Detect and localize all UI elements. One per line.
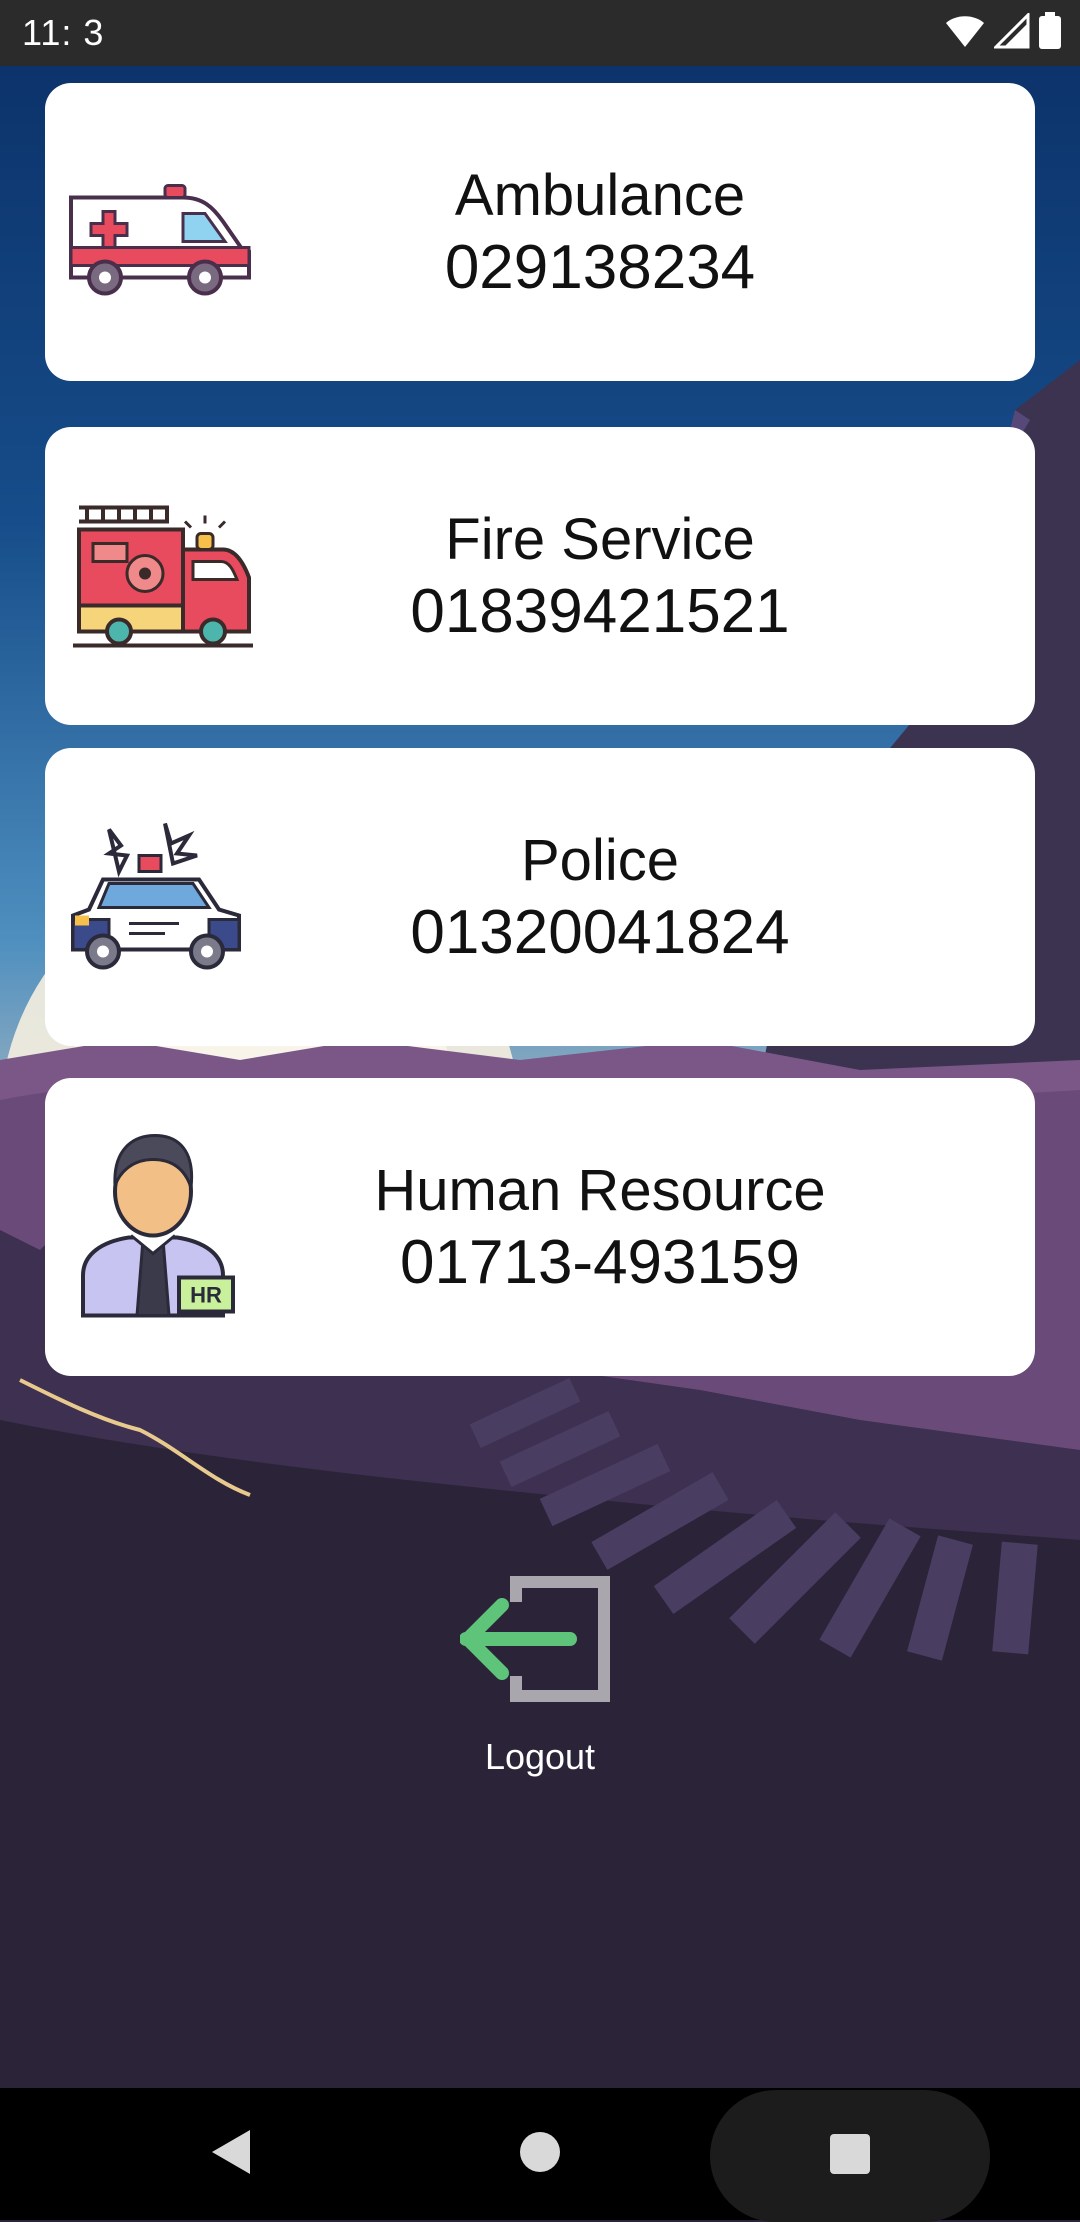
contact-number: 029138234 bbox=[444, 233, 756, 302]
ambulance-icon bbox=[63, 160, 263, 305]
svg-text:HR: HR bbox=[190, 1283, 222, 1308]
contact-card-police[interactable]: Police 01320041824 bbox=[45, 748, 1035, 1046]
contact-number: 01839421521 bbox=[410, 577, 790, 646]
recents-icon bbox=[828, 2132, 872, 2181]
navigation-bar bbox=[0, 2088, 1080, 2222]
contact-label: Human Resource bbox=[374, 1158, 826, 1223]
contact-card-text: Ambulance 029138234 bbox=[295, 160, 905, 304]
home-icon bbox=[518, 2130, 562, 2179]
signal-icon bbox=[992, 10, 1030, 54]
wifi-icon bbox=[944, 13, 986, 54]
status-time: 11: 3 bbox=[22, 12, 105, 53]
police-car-icon bbox=[69, 820, 249, 975]
hr-person-icon: HR bbox=[73, 1130, 243, 1325]
contact-number: 01713-493159 bbox=[400, 1228, 800, 1297]
status-icons bbox=[944, 10, 1062, 55]
contact-card-text: Fire Service 01839421521 bbox=[295, 504, 905, 648]
contact-label: Police bbox=[521, 828, 679, 893]
contact-number: 01320041824 bbox=[410, 898, 790, 967]
status-bar: 11: 3 bbox=[0, 0, 1080, 66]
back-button[interactable] bbox=[170, 2088, 290, 2220]
contact-card-fire-service[interactable]: Fire Service 01839421521 bbox=[45, 427, 1035, 725]
back-icon bbox=[208, 2128, 252, 2181]
contact-label: Fire Service bbox=[445, 507, 755, 572]
recents-button[interactable] bbox=[710, 2090, 990, 2222]
logout-button[interactable]: Logout bbox=[440, 1560, 640, 1800]
battery-icon bbox=[1038, 11, 1062, 55]
contact-label: Ambulance bbox=[454, 163, 746, 228]
logout-arrow-icon bbox=[459, 1572, 620, 1717]
contact-card-ambulance[interactable]: Ambulance 029138234 bbox=[45, 83, 1035, 381]
logout-label: Logout bbox=[484, 1736, 596, 1777]
home-button[interactable] bbox=[480, 2088, 600, 2220]
contact-card-human-resource[interactable]: HR Human Resource 01713-493159 bbox=[45, 1078, 1035, 1376]
fire-truck-icon bbox=[73, 494, 263, 659]
contact-card-text: Human Resource 01713-493159 bbox=[295, 1155, 905, 1299]
contact-card-text: Police 01320041824 bbox=[295, 825, 905, 969]
